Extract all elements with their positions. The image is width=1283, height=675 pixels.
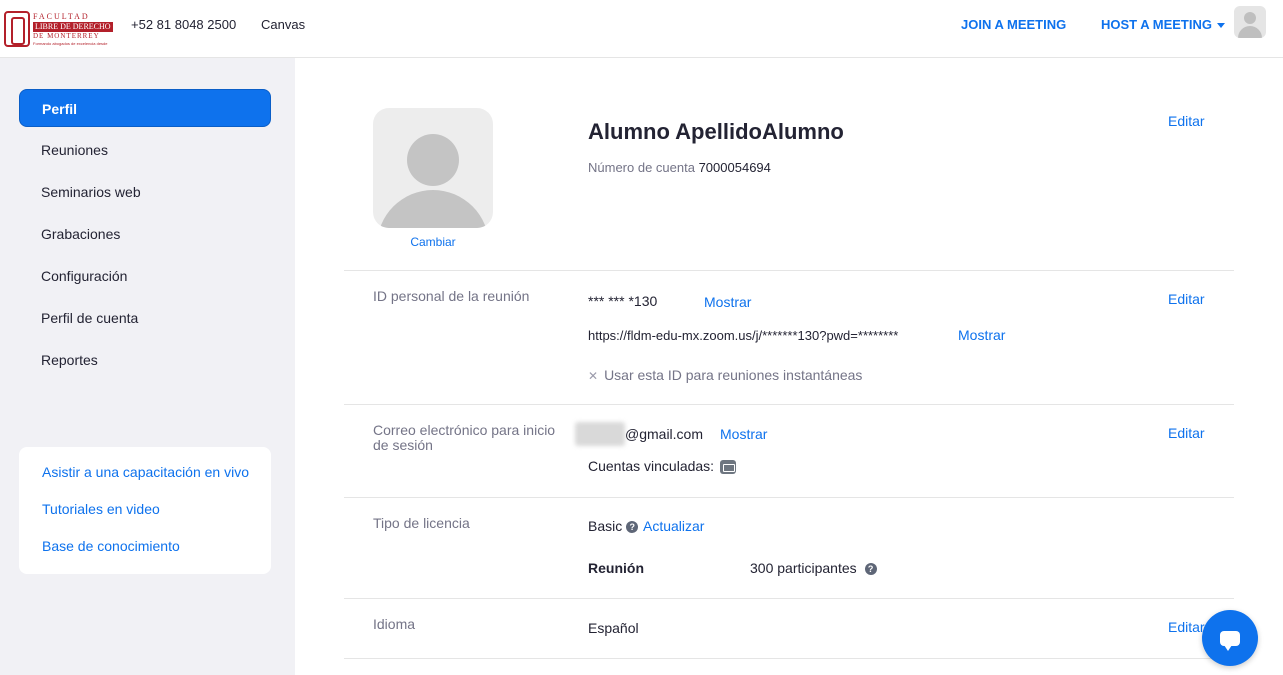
license-type-row: Basic? [588,518,639,534]
language-value: Español [588,620,639,636]
email-domain: @gmail.com [625,426,704,442]
account-number-label: Número de cuenta [588,160,695,175]
sidebar-item-perfil-de-cuenta[interactable]: Perfil de cuenta [19,299,271,337]
photo-body-icon [377,190,489,228]
user-avatar[interactable] [1234,6,1266,38]
question-icon[interactable]: ? [864,563,877,576]
question-icon[interactable]: ? [626,521,639,534]
edit-email-link[interactable]: Editar [1168,425,1205,441]
show-email-link[interactable]: Mostrar [720,426,767,442]
live-training-link[interactable]: Asistir a una capacitación en vivo [19,461,271,498]
top-header: FACULTAD LIBRE DE DERECHO DE MONTERREY F… [0,0,1283,58]
knowledge-base-link[interactable]: Base de conocimiento [19,535,271,572]
university-logo[interactable]: FACULTAD LIBRE DE DERECHO DE MONTERREY F… [4,10,114,48]
linked-accounts-label: Cuentas vinculadas: [588,458,715,474]
meeting-capacity-label: Reunión [588,560,644,576]
sidebar-nav: Perfil Reuniones Seminarios web Grabacio… [19,89,271,383]
divider [344,598,1234,599]
sidebar: Perfil Reuniones Seminarios web Grabacio… [0,58,295,675]
host-meeting-dropdown[interactable]: HOST A MEETING [1101,17,1225,32]
host-meeting-label: HOST A MEETING [1101,17,1212,32]
caret-down-icon [1216,22,1225,28]
upgrade-link[interactable]: Actualizar [643,518,704,534]
edit-language-link[interactable]: Editar [1168,619,1205,635]
masked-meeting-id: *** *** *130 [588,293,658,309]
logo-line-1: FACULTAD [33,11,90,21]
divider [344,497,1234,498]
account-number-row: Número de cuenta 7000054694 [588,160,771,175]
sidebar-item-grabaciones[interactable]: Grabaciones [19,215,271,253]
divider [344,658,1234,659]
divider [344,270,1234,271]
sidebar-item-seminarios-web[interactable]: Seminarios web [19,173,271,211]
phone-number: +52 81 8048 2500 [131,17,237,32]
license-label: Tipo de licencia [373,515,470,531]
blurred-email-user [575,422,625,446]
sidebar-item-configuracion[interactable]: Configuración [19,257,271,295]
show-meeting-id-link[interactable]: Mostrar [704,294,751,310]
meeting-capacity-row: 300 participantes? [750,560,877,576]
avatar-head-icon [1244,12,1256,24]
logo-line-4: Formando abogados de excelencia desde [33,40,108,46]
video-tutorials-link[interactable]: Tutoriales en video [19,498,271,535]
divider [344,404,1234,405]
edit-meeting-id-link[interactable]: Editar [1168,291,1205,307]
meeting-url: https://fldm-edu-mx.zoom.us/j/*******130… [588,328,899,343]
license-type: Basic [588,518,623,534]
edit-profile-link[interactable]: Editar [1168,113,1205,129]
photo-head-icon [407,134,459,186]
email-label: Correo electrónico para inicio de sesión [373,422,556,453]
show-meeting-url-link[interactable]: Mostrar [958,327,1005,343]
mail-icon[interactable] [720,460,737,475]
participants-count: 300 participantes [750,560,857,576]
instant-meeting-option: ✕ Usar esta ID para reuniones instantánea… [588,367,862,383]
profile-main: Cambiar Alumno ApellidoAlumno Número de … [295,58,1283,675]
instant-meeting-option-label: Usar esta ID para reuniones instantáneas [604,367,863,383]
chat-bubble-icon [1220,630,1240,651]
logo-line-3: DE MONTERREY [33,31,100,40]
sidebar-item-reuniones[interactable]: Reuniones [19,131,271,169]
join-meeting-link[interactable]: JOIN A MEETING [961,17,1066,32]
logo-text: FACULTAD LIBRE DE DERECHO DE MONTERREY F… [33,11,113,46]
logo-line-2: LIBRE DE DERECHO [33,21,113,32]
help-links-box: Asistir a una capacitación en vivo Tutor… [19,447,271,574]
meeting-id-label: ID personal de la reunión [373,288,530,304]
profile-photo[interactable] [373,108,493,228]
language-label: Idioma [373,616,416,632]
account-number: 7000054694 [698,160,771,175]
chat-button[interactable] [1202,610,1258,666]
sidebar-item-reportes[interactable]: Reportes [19,341,271,379]
sidebar-item-perfil[interactable]: Perfil [19,89,271,127]
linked-accounts-row: Cuentas vinculadas: [588,458,737,475]
logo-mark-icon [4,11,30,47]
user-name: Alumno ApellidoAlumno [588,119,844,144]
change-photo-link[interactable]: Cambiar [373,235,493,249]
x-mark-icon: ✕ [588,369,599,383]
avatar-body-icon [1238,26,1262,38]
canvas-link[interactable]: Canvas [261,17,305,32]
